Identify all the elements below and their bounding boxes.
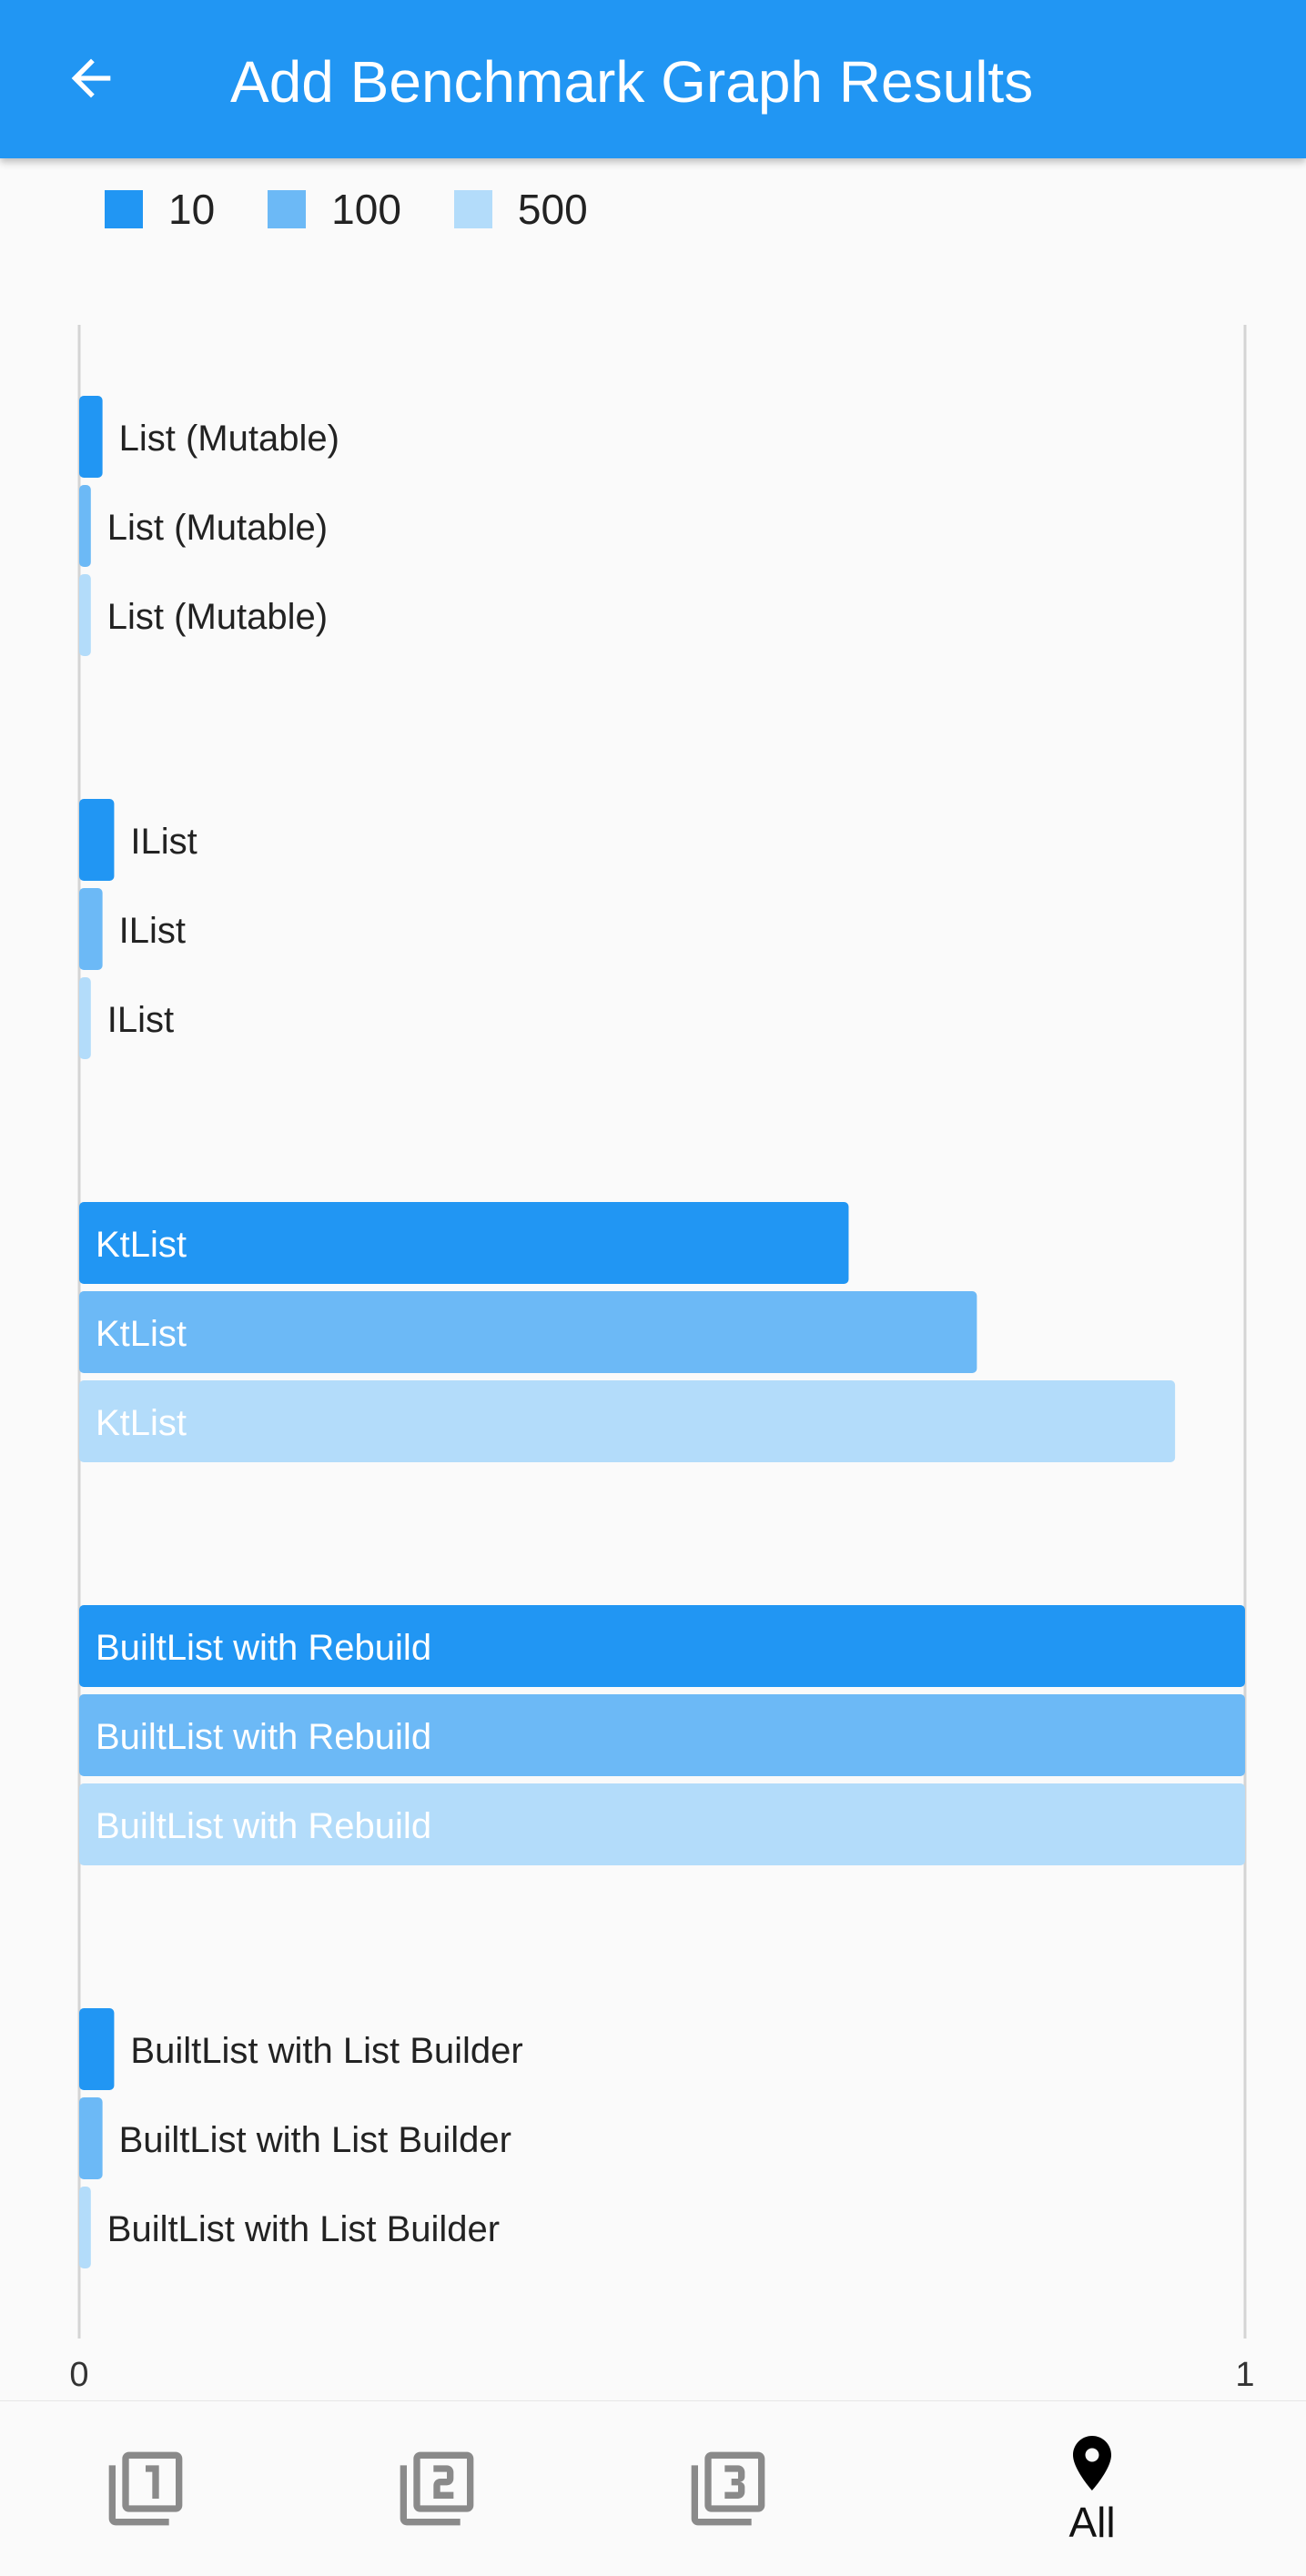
benchmark-bar-chart: List (Mutable) List (Mutable) List (Mutabl…	[69, 325, 1255, 2394]
legend-item-100: 100	[268, 185, 401, 234]
legend-label: 100	[331, 186, 401, 233]
back-button[interactable]	[46, 33, 137, 124]
bar-2-1	[79, 1291, 977, 1373]
bar-4-2	[79, 2187, 91, 2268]
bar-label: BuiltList with Rebuild	[96, 1806, 431, 1846]
bar-label: IList	[130, 822, 197, 862]
nav-item-1[interactable]	[55, 2401, 237, 2576]
bar-label: BuiltList with Rebuild	[96, 1628, 431, 1668]
nav-label-all: All	[1068, 2499, 1116, 2546]
location-pin-icon	[1073, 2436, 1111, 2490]
nav-item-2[interactable]	[346, 2401, 528, 2576]
bar-label: IList	[119, 911, 186, 951]
bar-0-0	[79, 396, 103, 478]
bar-4-1	[79, 2097, 103, 2179]
arrow-left-icon	[71, 58, 111, 98]
bar-label: KtList	[96, 1225, 187, 1265]
bar-label: BuiltList with List Builder	[119, 2120, 511, 2160]
tick-label-0: 0	[69, 2356, 88, 2394]
bar-label: List (Mutable)	[107, 508, 328, 548]
app-bar: Add Benchmark Graph Results	[0, 0, 1306, 158]
legend-swatch	[105, 190, 143, 228]
filter-2-icon	[400, 2451, 474, 2526]
bar-1-0	[79, 799, 115, 881]
bar-1-2	[79, 977, 91, 1059]
legend-swatch	[268, 190, 307, 228]
tick-label-1: 1	[1235, 2356, 1254, 2394]
legend-item-10: 10	[105, 185, 215, 234]
bottom-navigation: All	[0, 2400, 1306, 2576]
bar-0-1	[79, 485, 91, 567]
legend-label: 500	[517, 186, 588, 233]
bar-label: BuiltList with Rebuild	[96, 1717, 431, 1757]
bar-label: List (Mutable)	[107, 597, 328, 637]
bar-2-2	[79, 1380, 1176, 1462]
bar-label: KtList	[96, 1314, 187, 1354]
bar-label: IList	[107, 1000, 174, 1040]
bar-label: BuiltList with List Builder	[130, 2031, 522, 2071]
bar-label: List (Mutable)	[119, 419, 339, 459]
filter-1-icon	[108, 2451, 183, 2526]
nav-item-all[interactable]: All	[1001, 2401, 1183, 2576]
bar-4-0	[79, 2008, 115, 2090]
chart-legend: 10 100 500	[105, 182, 641, 237]
bar-label: KtList	[96, 1403, 187, 1443]
bar-2-0	[79, 1202, 849, 1284]
legend-item-500: 500	[453, 185, 588, 234]
legend-label: 10	[168, 186, 216, 233]
filter-3-icon	[691, 2451, 765, 2526]
legend-swatch	[453, 190, 492, 228]
bar-0-2	[79, 574, 91, 656]
nav-item-3[interactable]	[637, 2401, 819, 2576]
page-title: Add Benchmark Graph Results	[230, 49, 1034, 115]
bar-1-1	[79, 888, 103, 970]
bar-label: BuiltList with List Builder	[107, 2209, 500, 2249]
